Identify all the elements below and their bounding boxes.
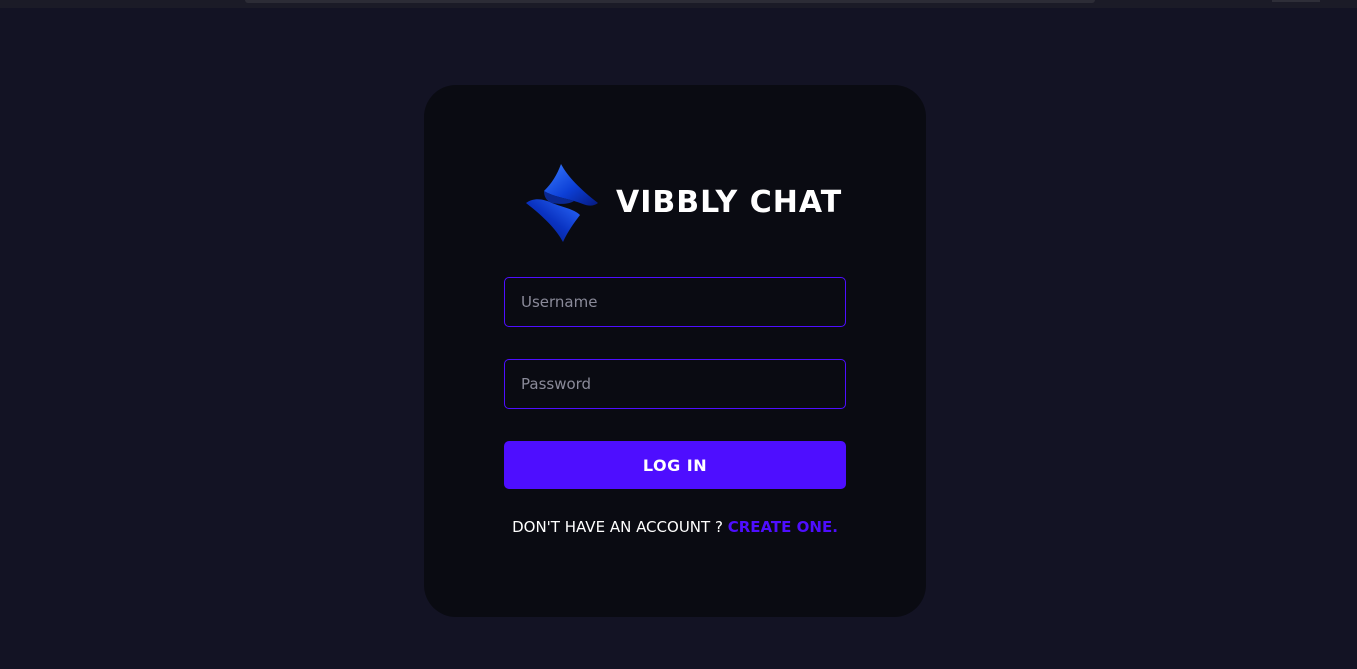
signup-prompt-line: DON'T HAVE AN ACCOUNT ? CREATE ONE. (504, 518, 846, 536)
signup-prompt-text: DON'T HAVE AN ACCOUNT ? (512, 518, 728, 536)
create-account-link[interactable]: CREATE ONE. (728, 518, 838, 536)
browser-address-strip (245, 0, 1095, 3)
login-card: VIBBLY CHAT LOG IN DON'T HAVE AN ACCOUNT… (424, 85, 926, 617)
password-input[interactable] (504, 359, 846, 409)
brand-name: VIBBLY CHAT (616, 185, 843, 220)
vibbly-logo-icon (526, 164, 598, 242)
brand: VIBBLY CHAT (524, 163, 841, 245)
browser-control-strip (1272, 0, 1320, 2)
username-input[interactable] (504, 277, 846, 327)
login-button[interactable]: LOG IN (504, 441, 846, 489)
browser-top-bar (0, 0, 1357, 8)
